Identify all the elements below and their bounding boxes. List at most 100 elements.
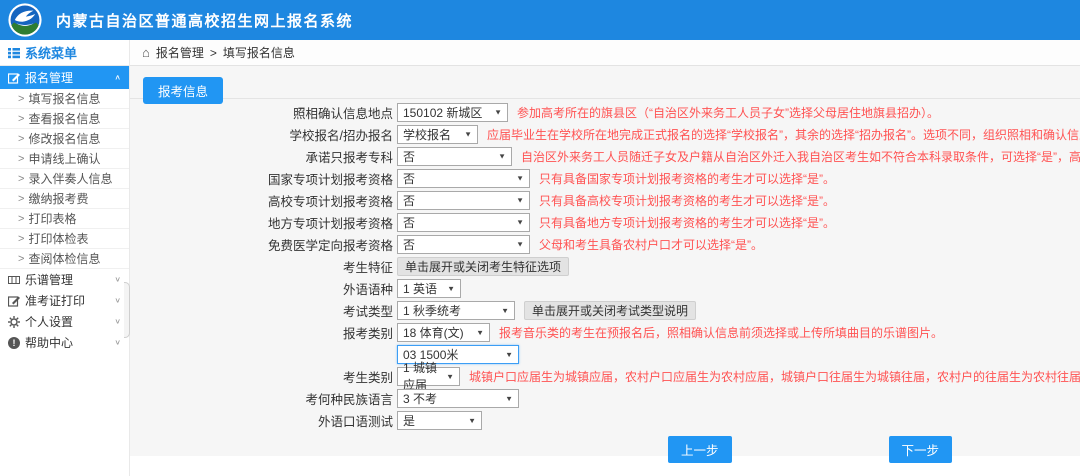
field-hint: 城镇户口应届生为城镇应届，农村户口应届生为农村应届，城镇户口往届生为城镇往届，农… bbox=[469, 368, 1080, 385]
breadcrumb-section[interactable]: 报名管理 bbox=[156, 44, 204, 61]
breadcrumb-separator: > bbox=[210, 46, 217, 60]
caret-down-icon: ▼ bbox=[498, 152, 506, 160]
home-icon: ⌂ bbox=[142, 45, 150, 60]
arrow-icon: > bbox=[18, 193, 24, 205]
chevron-up-icon: ∧ bbox=[114, 73, 121, 82]
school-or-office-registration-select[interactable]: 学校报名 ▼ bbox=[397, 125, 478, 144]
chevron-down-icon: ∨ bbox=[114, 275, 121, 284]
free-medical-directed-select[interactable]: 否 ▼ bbox=[397, 235, 530, 254]
ethnic-language-select[interactable]: 3 不考 ▼ bbox=[397, 389, 519, 408]
next-step-button[interactable]: 下一步 bbox=[889, 436, 953, 463]
field-label: 免费医学定向报考资格 bbox=[130, 235, 393, 254]
apply-category-select[interactable]: 18 体育(文) ▼ bbox=[397, 323, 490, 342]
university-special-plan-select[interactable]: 否 ▼ bbox=[397, 191, 530, 210]
oral-language-test-select[interactable]: 是 ▼ bbox=[397, 411, 482, 430]
sidebar-item-enter-accompanist-info[interactable]: > 录入伴奏人信息 bbox=[0, 169, 129, 189]
field-label: 学校报名/招办报名 bbox=[130, 125, 393, 144]
info-icon: ! bbox=[8, 337, 20, 349]
caret-down-icon: ▼ bbox=[505, 394, 513, 402]
form-row: 承诺只报考专科 否 ▼ 自治区外来务工人员随迁子女及户籍从自治区外迁入我自治区考… bbox=[130, 145, 1080, 167]
exam-type-select[interactable]: 1 秋季统考 ▼ bbox=[397, 301, 515, 320]
prev-step-button[interactable]: 上一步 bbox=[668, 436, 732, 463]
arrow-icon: > bbox=[18, 133, 24, 145]
edit-icon bbox=[8, 72, 20, 84]
sidebar-section-help-center[interactable]: ! 帮助中心 ∨ bbox=[0, 332, 129, 353]
sidebar-item-view-registration-info[interactable]: > 查看报名信息 bbox=[0, 109, 129, 129]
field-label: 照相确认信息地点 bbox=[130, 103, 393, 122]
arrow-icon: > bbox=[18, 233, 24, 245]
form-row: 03 1500米 ▼ bbox=[130, 343, 1080, 365]
main-panel: 报考信息 照相确认信息地点 150102 新城区 ▼ 参加高考所在的旗县区（“自… bbox=[130, 66, 1080, 456]
chevron-down-icon: ∨ bbox=[114, 317, 121, 326]
candidate-category-select[interactable]: 1 城镇应届 ▼ bbox=[397, 367, 460, 386]
gear-icon bbox=[8, 316, 20, 328]
app-header: 内蒙古自治区普通高校招生网上报名系统 bbox=[0, 0, 1080, 40]
breadcrumb: ⌂ 报名管理 > 填写报名信息 bbox=[130, 40, 1080, 66]
field-hint: 自治区外来务工人员随迁子女及户籍从自治区外迁入我自治区考生如不符合本科录取条件，… bbox=[521, 148, 1080, 165]
arrow-icon: > bbox=[18, 93, 24, 105]
field-label: 外语口语测试 bbox=[130, 411, 393, 430]
caret-down-icon: ▼ bbox=[516, 174, 524, 182]
exam-type-toggle-button[interactable]: 单击展开或关闭考试类型说明 bbox=[524, 301, 696, 320]
arrow-icon: > bbox=[18, 213, 24, 225]
form-row: 地方专项计划报考资格 否 ▼ 只有具备地方专项计划报考资格的考生才可以选择“是”… bbox=[130, 211, 1080, 233]
form-row: 外语语种 1 英语 ▼ bbox=[130, 277, 1080, 299]
sidebar-item-print-forms[interactable]: > 打印表格 bbox=[0, 209, 129, 229]
sidebar-section-ticket-print[interactable]: 准考证打印 ∨ bbox=[0, 290, 129, 311]
form-row: 外语口语测试 是 ▼ bbox=[130, 409, 1080, 431]
promise-junior-college-only-select[interactable]: 否 ▼ bbox=[397, 147, 512, 166]
field-label: 报考类别 bbox=[130, 323, 393, 342]
candidate-features-toggle-button[interactable]: 单击展开或关闭考生特征选项 bbox=[397, 257, 569, 276]
field-hint: 只有具备地方专项计划报考资格的考生才可以选择“是”。 bbox=[539, 214, 835, 231]
form-row: 免费医学定向报考资格 否 ▼ 父母和考生具备农村户口才可以选择“是”。 bbox=[130, 233, 1080, 255]
caret-down-icon: ▼ bbox=[505, 350, 513, 358]
form-row: 考生特征 单击展开或关闭考生特征选项 bbox=[130, 255, 1080, 277]
field-label: 承诺只报考专科 bbox=[130, 147, 393, 166]
field-hint: 报考音乐类的考生在预报名后，照相确认信息前须选择或上传所填曲目的乐谱图片。 bbox=[499, 324, 943, 341]
sidebar: 系统菜单 报名管理 ∧ > 填写报名信息 > 查看报名信息 > 修改报名信息 bbox=[0, 40, 130, 476]
sidebar-item-modify-registration-info[interactable]: > 修改报名信息 bbox=[0, 129, 129, 149]
sidebar-item-view-physical-info[interactable]: > 查阅体检信息 bbox=[0, 249, 129, 269]
form-row: 照相确认信息地点 150102 新城区 ▼ 参加高考所在的旗县区（“自治区外来务… bbox=[130, 101, 1080, 123]
field-label: 地方专项计划报考资格 bbox=[130, 213, 393, 232]
field-label: 外语语种 bbox=[130, 279, 393, 298]
sidebar-section-registration[interactable]: 报名管理 ∧ bbox=[0, 66, 129, 89]
local-special-plan-select[interactable]: 否 ▼ bbox=[397, 213, 530, 232]
app-logo bbox=[8, 3, 42, 37]
chevron-down-icon: ∨ bbox=[114, 338, 121, 347]
form-row: 考生类别 1 城镇应届 ▼ 城镇户口应届生为城镇应届，农村户口应届生为农村应届，… bbox=[130, 365, 1080, 387]
caret-down-icon: ▼ bbox=[464, 130, 472, 138]
photo-confirm-location-select[interactable]: 150102 新城区 ▼ bbox=[397, 103, 508, 122]
system-menu-label: 系统菜单 bbox=[25, 43, 77, 62]
caret-down-icon: ▼ bbox=[501, 306, 509, 314]
caret-down-icon: ▼ bbox=[468, 416, 476, 424]
field-hint: 只有具备国家专项计划报考资格的考生才可以选择“是”。 bbox=[539, 170, 835, 187]
sidebar-item-apply-online-confirm[interactable]: > 申请线上确认 bbox=[0, 149, 129, 169]
edit-icon bbox=[8, 295, 20, 307]
sidebar-item-fill-registration-info[interactable]: > 填写报名信息 bbox=[0, 89, 129, 109]
field-label: 考试类型 bbox=[130, 301, 393, 320]
form-row: 考何种民族语言 3 不考 ▼ bbox=[130, 387, 1080, 409]
sidebar-section-personal-settings[interactable]: 个人设置 ∨ bbox=[0, 311, 129, 332]
national-special-plan-select[interactable]: 否 ▼ bbox=[397, 169, 530, 188]
field-label: 国家专项计划报考资格 bbox=[130, 169, 393, 188]
chevron-down-icon: ∨ bbox=[114, 296, 121, 305]
form-row: 报考类别 18 体育(文) ▼ 报考音乐类的考生在预报名后，照相确认信息前须选择… bbox=[130, 321, 1080, 343]
arrow-icon: > bbox=[18, 113, 24, 125]
caret-down-icon: ▼ bbox=[494, 108, 502, 116]
piano-icon bbox=[8, 274, 20, 286]
field-hint: 参加高考所在的旗县区（“自治区外来务工人员子女”选择父母居住地旗县招办）。 bbox=[517, 104, 939, 121]
tab-exam-info[interactable]: 报考信息 bbox=[143, 77, 223, 104]
field-label: 考生特征 bbox=[130, 257, 393, 276]
foreign-language-select[interactable]: 1 英语 ▼ bbox=[397, 279, 461, 298]
field-label: 考何种民族语言 bbox=[130, 389, 393, 408]
sidebar-section-music-score[interactable]: 乐谱管理 ∨ bbox=[0, 269, 129, 290]
sidebar-item-pay-exam-fee[interactable]: > 缴纳报考费 bbox=[0, 189, 129, 209]
sidebar-item-print-physical-form[interactable]: > 打印体检表 bbox=[0, 229, 129, 249]
system-menu-header: 系统菜单 bbox=[0, 40, 129, 66]
sidebar-section-label: 报名管理 bbox=[25, 69, 109, 86]
field-label: 考生类别 bbox=[130, 367, 393, 386]
field-hint: 应届毕业生在学校所在地完成正式报名的选择“学校报名”，其余的选择“招办报名”。选… bbox=[487, 126, 1080, 143]
caret-down-icon: ▼ bbox=[476, 328, 484, 336]
caret-down-icon: ▼ bbox=[516, 240, 524, 248]
